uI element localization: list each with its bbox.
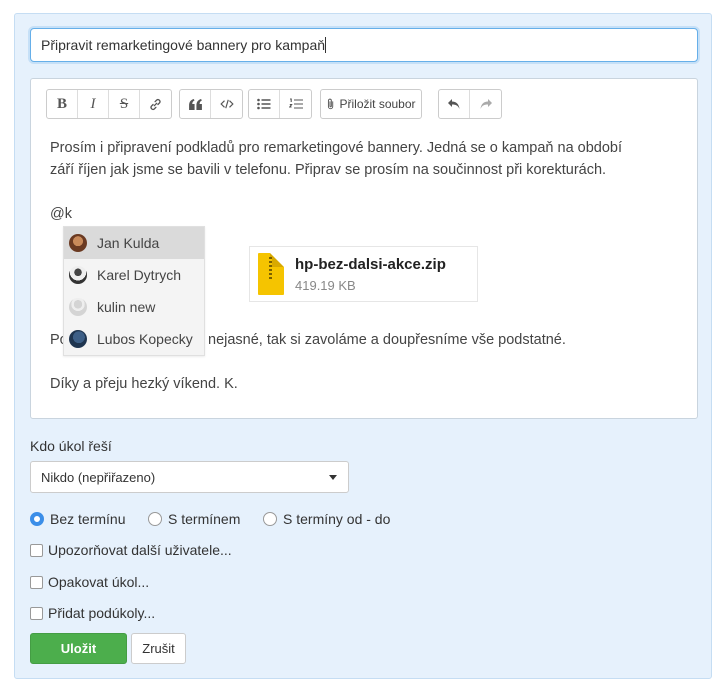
redo-icon (480, 99, 492, 109)
attachment-filename: hp-bez-dalsi-akce.zip (295, 256, 446, 273)
mention-item[interactable]: kulin new (64, 291, 204, 323)
mention-item[interactable]: Lubos Kopecky (64, 323, 204, 355)
radio-label: S termínem (168, 511, 241, 527)
mention-item[interactable]: Karel Dytrych (64, 259, 204, 291)
mention-name: kulin new (97, 299, 156, 315)
radio-label: S termíny od - do (283, 511, 391, 527)
mention-name: Karel Dytrych (97, 267, 182, 283)
mention-name: Jan Kulda (97, 235, 160, 251)
bullet-list-button[interactable] (249, 90, 280, 118)
strikethrough-button[interactable]: S (109, 90, 140, 118)
radio-button[interactable] (263, 512, 277, 526)
save-button[interactable]: Uložit (30, 633, 127, 664)
bullet-list-icon (257, 98, 271, 110)
editor-line-1: Prosím i připravení podkladů pro remarke… (50, 140, 623, 156)
numbered-list-button[interactable] (280, 90, 311, 118)
repeat-task-checkbox[interactable]: Opakovat úkol... (30, 574, 149, 590)
radio-button[interactable] (148, 512, 162, 526)
attachment-size: 419.19 KB (295, 278, 356, 293)
mention-typed-text: @k (50, 206, 72, 222)
task-title-input[interactable]: Připravit remarketingové bannery pro kam… (30, 28, 698, 62)
undo-button[interactable] (439, 90, 470, 118)
link-button[interactable] (140, 90, 171, 118)
quote-button[interactable] (180, 90, 211, 118)
checkbox-label: Upozorňovat další uživatele... (48, 542, 232, 558)
add-subtasks-checkbox[interactable]: Přidat podúkoly... (30, 605, 155, 621)
block-group (179, 89, 243, 119)
checkbox-label: Opakovat úkol... (48, 574, 150, 590)
editor-line-3-rest: nejasné, tak si zavoláme a doupřesníme v… (208, 332, 566, 348)
code-button[interactable] (211, 90, 242, 118)
attach-file-label: Přiložit soubor (339, 97, 416, 111)
radio-button[interactable] (30, 512, 44, 526)
checkbox[interactable] (30, 606, 43, 620)
checkbox-label: Přidat podúkoly... (48, 605, 156, 621)
redo-button[interactable] (470, 90, 501, 118)
attach-group: Přiložit soubor (320, 89, 422, 119)
attachment-card[interactable]: hp-bez-dalsi-akce.zip 419.19 KB (249, 246, 478, 302)
link-icon (150, 98, 161, 110)
editor-line-4: Díky a přeju hezký víkend. K. (50, 376, 238, 392)
mention-suggestions: Jan Kulda Karel Dytrych kulin new Lubos … (63, 226, 205, 356)
notify-users-checkbox[interactable]: Upozorňovat další uživatele... (30, 542, 232, 558)
radio-no-deadline[interactable]: Bez termínu (30, 511, 125, 527)
avatar (69, 266, 87, 284)
zip-file-icon (258, 253, 284, 295)
chevron-down-icon (329, 475, 337, 480)
editor-line-2: září říjen jak jsme se bavili v telefonu… (50, 162, 607, 178)
quote-icon (188, 98, 202, 110)
checkbox[interactable] (30, 575, 43, 589)
code-icon (219, 99, 234, 109)
radio-with-deadline[interactable]: S termínem (148, 511, 240, 527)
format-group: B I S (46, 89, 172, 119)
history-group (438, 89, 502, 119)
radio-deadline-range[interactable]: S termíny od - do (263, 511, 390, 527)
avatar (69, 234, 87, 252)
attach-file-button[interactable]: Přiložit soubor (321, 90, 421, 118)
list-group (248, 89, 312, 119)
numbered-list-icon (288, 98, 303, 109)
cancel-button[interactable]: Zrušit (131, 633, 186, 664)
assignee-select[interactable]: Nikdo (nepřiřazeno) (30, 461, 349, 493)
checkbox[interactable] (30, 543, 43, 557)
paperclip-icon (328, 98, 334, 110)
bold-button[interactable]: B (47, 90, 78, 118)
assignee-selected-value: Nikdo (nepřiřazeno) (41, 470, 156, 485)
avatar (69, 330, 87, 348)
assignee-label: Kdo úkol řeší (30, 438, 112, 454)
undo-icon (448, 99, 460, 109)
italic-button[interactable]: I (78, 90, 109, 118)
mention-item[interactable]: Jan Kulda (64, 227, 204, 259)
text-cursor (325, 37, 327, 53)
avatar (69, 298, 87, 316)
radio-label: Bez termínu (50, 511, 126, 527)
task-title-value: Připravit remarketingové bannery pro kam… (41, 37, 326, 53)
mention-name: Lubos Kopecky (97, 331, 193, 347)
